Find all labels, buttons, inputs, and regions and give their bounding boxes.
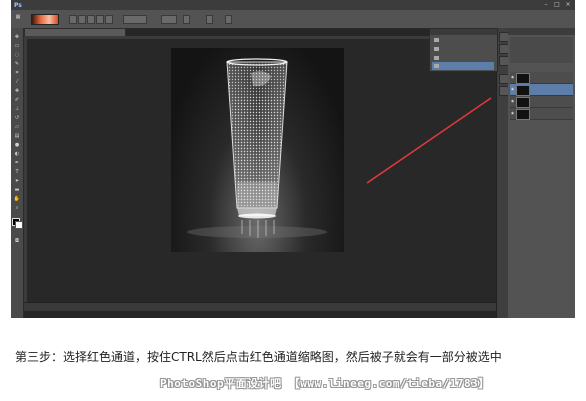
eye-icon[interactable]: ◉: [511, 75, 515, 79]
panel-tabs: [508, 28, 575, 35]
channel-row-rgb[interactable]: ◉: [510, 72, 573, 84]
channel-thumbnail[interactable]: [516, 73, 530, 84]
history-popup-panel: [429, 28, 498, 72]
channel-thumbnail[interactable]: [516, 85, 530, 96]
status-bar: [24, 302, 496, 311]
channel-thumbnail[interactable]: [516, 97, 530, 108]
eye-icon[interactable]: ◉: [511, 111, 515, 115]
panel-empty-area: [508, 121, 575, 318]
panel-options-area: [510, 37, 573, 63]
channel-row-red[interactable]: ◉: [510, 84, 573, 96]
popup-row[interactable]: [432, 54, 494, 62]
tutorial-caption: 第三步：选择红色通道，按住CTRL然后点击红色通道缩略图，然后被子就会有一部分被…: [15, 350, 502, 364]
popup-row-selected[interactable]: [432, 62, 494, 70]
eye-icon[interactable]: ◉: [511, 99, 515, 103]
watermark: PhotoShop平面设计吧 【www.lineeg.com/tieba/178…: [160, 377, 490, 390]
popup-row[interactable]: [432, 45, 494, 53]
channel-row-blue[interactable]: ◉: [510, 108, 573, 120]
eye-icon[interactable]: ◉: [511, 87, 515, 91]
popup-row[interactable]: [432, 36, 494, 44]
channel-row-green[interactable]: ◉: [510, 96, 573, 108]
channel-thumbnail[interactable]: [516, 109, 530, 120]
photoshop-window: Ps – □ × ▦ ✥ ▭ ◌ ✎ ⌗ ⁄ ✚ ✐ ⊥ ↺ ▱ ▤ ● ◐ ✒…: [11, 0, 575, 318]
channels-panel: ◉ ◉ ◉ ◉: [508, 28, 575, 318]
